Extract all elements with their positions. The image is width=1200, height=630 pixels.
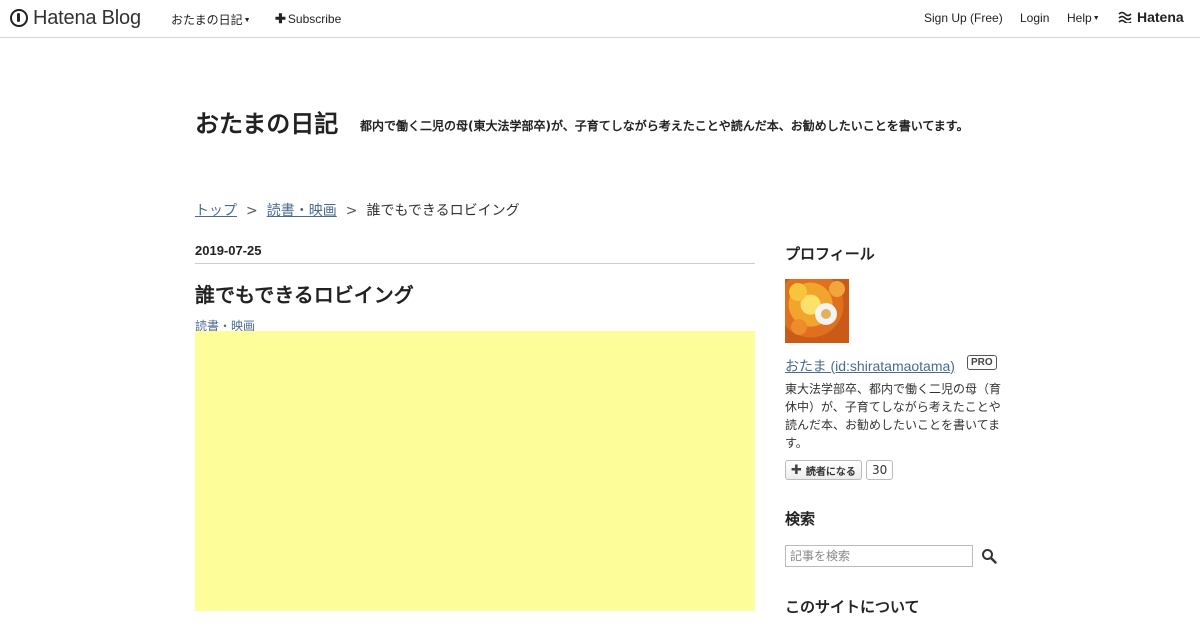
login-link[interactable]: Login bbox=[1020, 11, 1049, 25]
breadcrumb-link-top[interactable]: トップ bbox=[195, 203, 237, 219]
post-date[interactable]: 2019-07-25 bbox=[195, 243, 755, 264]
about-heading: このサイトについて bbox=[785, 598, 920, 616]
help-dropdown[interactable]: Help▼ bbox=[1067, 11, 1100, 25]
hatena-logo[interactable]: Hatena bbox=[1118, 9, 1184, 25]
blog-description: 都内で働く二児の母(東大法学部卒)が、子育てしながら考えたことや読んだ本、お勧め… bbox=[360, 119, 969, 133]
hatena-blog-logo-icon bbox=[10, 9, 28, 27]
breadcrumb-separator: > bbox=[345, 203, 358, 219]
avatar-flower-center bbox=[821, 309, 831, 319]
hatena-logo-text: Hatena bbox=[1137, 9, 1184, 25]
breadcrumb-link-category[interactable]: 読書・映画 bbox=[267, 203, 337, 219]
caret-down-icon: ▼ bbox=[243, 17, 251, 24]
become-reader-button[interactable]: ✚ 読者になる bbox=[785, 460, 862, 480]
ad-placeholder bbox=[195, 331, 755, 611]
avatar-flower-shape bbox=[829, 281, 845, 297]
help-label: Help bbox=[1067, 11, 1092, 25]
reader-count[interactable]: 30 bbox=[866, 460, 894, 480]
blog-menu-label: おたまの日記 bbox=[171, 13, 243, 27]
breadcrumb-current: 誰でもできるロビイング bbox=[366, 203, 520, 219]
global-header: Hatena Blog おたまの日記▼ ✚ Subscribe Sign Up (… bbox=[0, 0, 1200, 38]
search-input[interactable] bbox=[785, 545, 973, 567]
plus-icon: ✚ bbox=[791, 462, 802, 478]
avatar-flower-shape bbox=[789, 283, 807, 301]
hatena-blog-logo[interactable]: Hatena Blog bbox=[10, 6, 141, 30]
hatena-blog-logo-text: Hatena Blog bbox=[33, 6, 141, 29]
search-icon[interactable] bbox=[981, 548, 997, 564]
caret-down-icon: ▼ bbox=[1092, 15, 1100, 22]
profile-description: 東大法学部卒、都内で働く二児の母（育休中）が、子育てしながら考えたことや読んだ本… bbox=[785, 382, 1002, 450]
breadcrumb: トップ > 読書・映画 > 誰でもできるロビイング bbox=[195, 200, 520, 220]
subscribe-label: Subscribe bbox=[287, 12, 342, 26]
breadcrumb-separator: > bbox=[246, 203, 258, 219]
search-heading: 検索 bbox=[785, 510, 816, 528]
plus-icon: ✚ bbox=[275, 11, 286, 26]
profile-avatar[interactable] bbox=[785, 279, 849, 343]
become-reader-label: 読者になる bbox=[805, 466, 856, 478]
post-title[interactable]: 誰でもできるロビイング bbox=[195, 279, 414, 308]
blog-menu-dropdown[interactable]: おたまの日記▼ bbox=[171, 11, 251, 28]
profile-heading: プロフィール bbox=[785, 245, 875, 263]
blog-title[interactable]: おたまの日記 bbox=[195, 104, 338, 139]
pro-badge[interactable]: PRO bbox=[967, 355, 997, 370]
profile-name-link[interactable]: おたま (id:shiratamaotama) bbox=[785, 356, 955, 376]
signup-link[interactable]: Sign Up (Free) bbox=[924, 11, 1003, 25]
avatar-flower-shape bbox=[791, 319, 807, 335]
subscribe-button[interactable]: ✚ Subscribe bbox=[275, 11, 341, 27]
hatena-wave-icon bbox=[1118, 11, 1132, 23]
